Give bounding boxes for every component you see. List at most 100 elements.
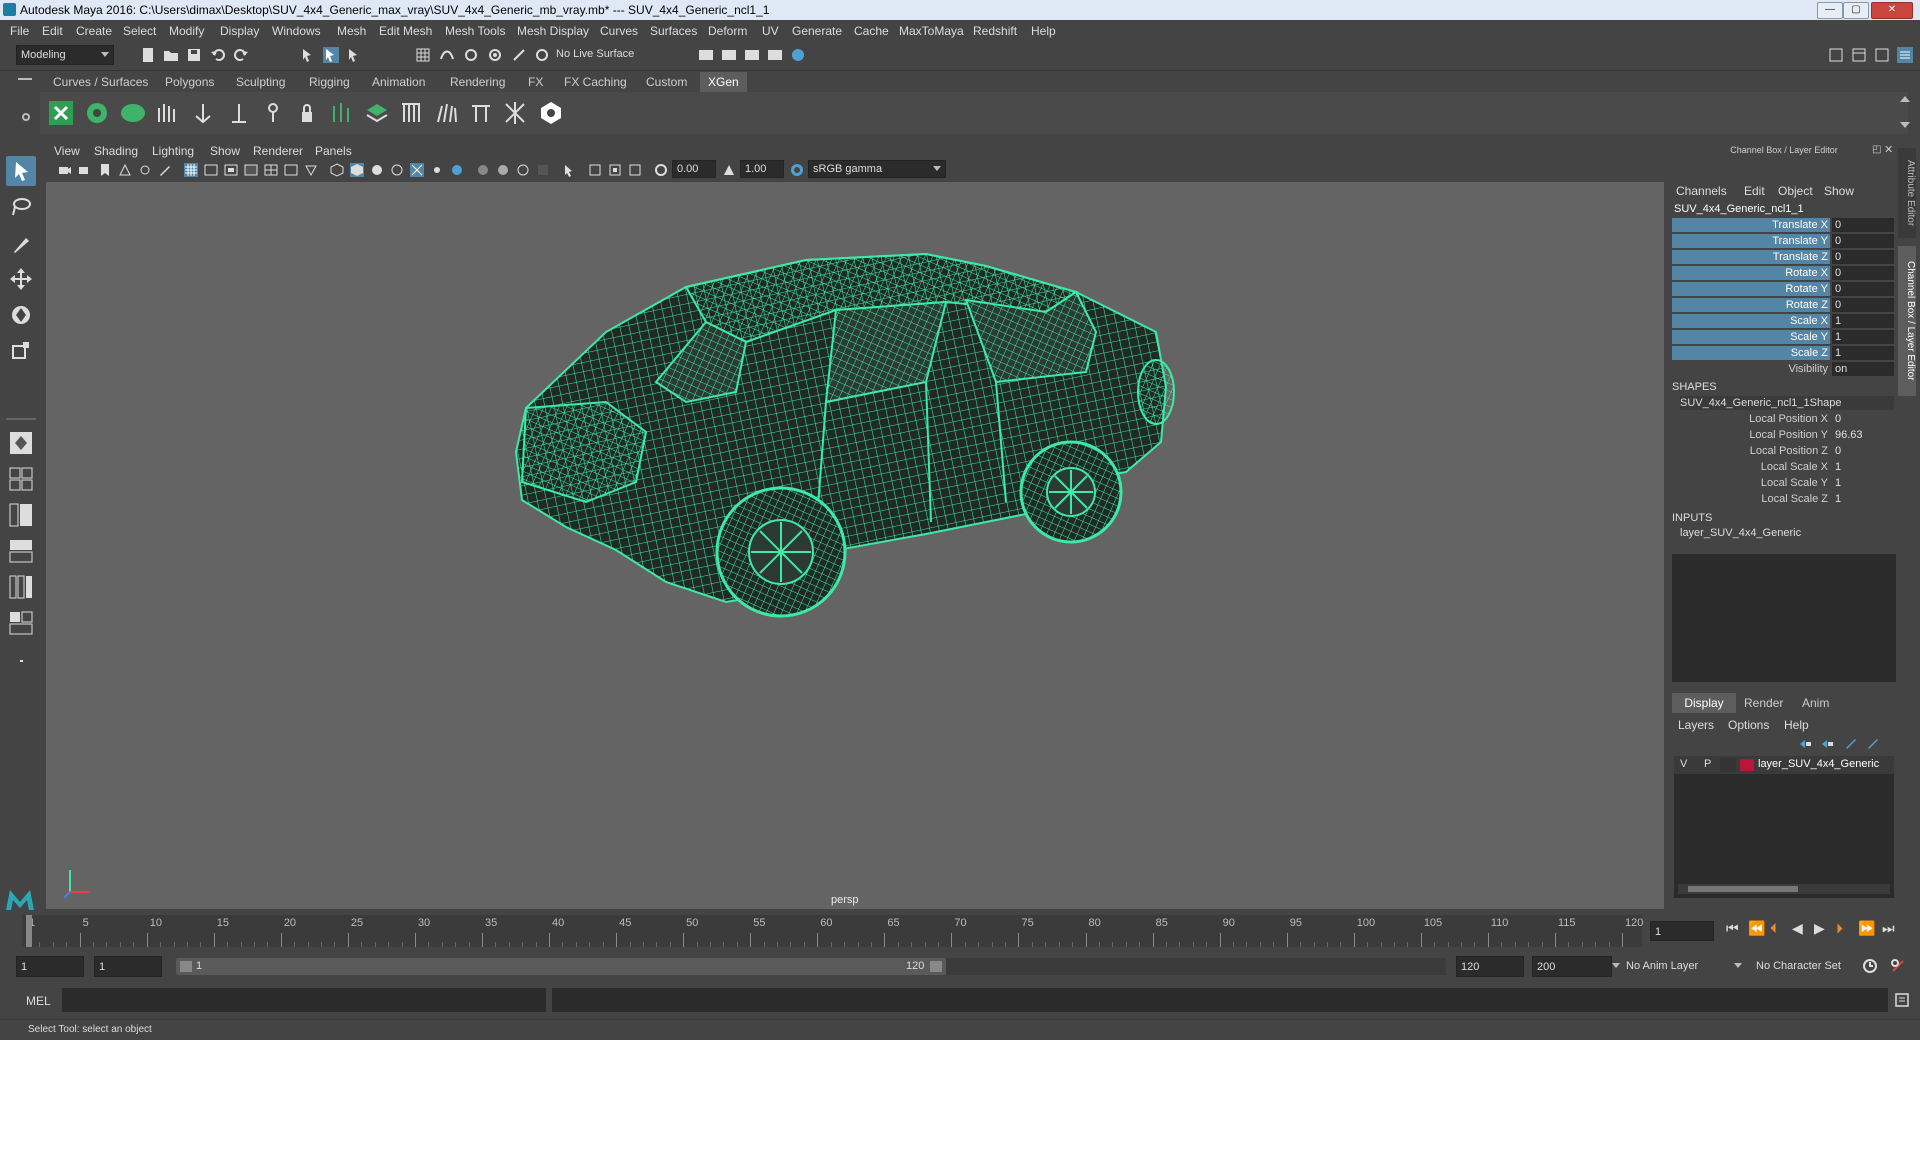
xgen-comb-icon[interactable] bbox=[398, 100, 424, 126]
command-language-label[interactable]: MEL bbox=[26, 994, 51, 1008]
gate-mask-icon[interactable] bbox=[244, 163, 258, 177]
auto-key-icon[interactable] bbox=[1862, 958, 1878, 974]
persp-outliner-button[interactable] bbox=[6, 500, 36, 530]
menu-curves[interactable]: Curves bbox=[600, 24, 638, 38]
channel-row[interactable]: Translate Z0 bbox=[1672, 250, 1894, 265]
menu-create[interactable]: Create bbox=[76, 24, 112, 38]
panel-menu-shading[interactable]: Shading bbox=[94, 144, 138, 158]
frame-selection-icon[interactable] bbox=[628, 163, 642, 177]
menu-mesh-tools[interactable]: Mesh Tools bbox=[445, 24, 505, 38]
menu-edit-mesh[interactable]: Edit Mesh bbox=[379, 24, 432, 38]
xgen-layers-icon[interactable] bbox=[364, 100, 390, 126]
xgen-sculpt-guides-icon[interactable] bbox=[260, 100, 286, 126]
layer-row[interactable]: V P layer_SUV_4x4_Generic bbox=[1674, 756, 1894, 774]
render-frame-icon[interactable] bbox=[721, 47, 737, 63]
step-forward-key-icon[interactable]: ⏵ bbox=[1836, 920, 1843, 937]
tab-render-layers[interactable]: Render bbox=[1744, 693, 1783, 713]
layer-playback-toggle[interactable]: P bbox=[1704, 758, 1711, 770]
close-button[interactable]: ✕ bbox=[1871, 2, 1913, 19]
suv-wireframe-model[interactable] bbox=[46, 182, 1664, 909]
layer-name[interactable]: layer_SUV_4x4_Generic bbox=[1758, 758, 1879, 770]
color-management-icon[interactable] bbox=[790, 163, 804, 177]
menu-file[interactable]: File bbox=[10, 24, 29, 38]
shelf-settings-icon[interactable] bbox=[22, 113, 30, 121]
render-settings-icon[interactable] bbox=[767, 47, 783, 63]
layer-menu-layers[interactable]: Layers bbox=[1678, 718, 1714, 732]
select-tool-button[interactable] bbox=[6, 156, 36, 186]
step-back-key-icon[interactable]: ⏴ bbox=[1770, 920, 1777, 937]
layout-expand-button[interactable] bbox=[6, 646, 36, 676]
chevron-down-icon[interactable] bbox=[1734, 963, 1742, 968]
panel-menu-show[interactable]: Show bbox=[210, 144, 240, 158]
screen-space-ao-icon[interactable] bbox=[476, 163, 490, 177]
xgen-ptex-icon[interactable] bbox=[120, 100, 146, 126]
image-plane-icon[interactable] bbox=[118, 163, 132, 177]
tab-display-layers[interactable]: Display bbox=[1672, 693, 1736, 713]
tab-polygons[interactable]: Polygons bbox=[165, 72, 214, 92]
resolution-gate-icon[interactable] bbox=[224, 163, 238, 177]
tab-fx-caching[interactable]: FX Caching bbox=[564, 72, 627, 92]
cb-menu-object[interactable]: Object bbox=[1778, 184, 1813, 198]
camera-icon[interactable] bbox=[58, 163, 72, 177]
select-by-component-icon[interactable] bbox=[346, 47, 362, 63]
go-to-start-icon[interactable]: ⏮ bbox=[1726, 920, 1739, 937]
channel-row[interactable]: Scale X1 bbox=[1672, 314, 1894, 329]
menu-modify[interactable]: Modify bbox=[169, 24, 204, 38]
xgen-noise-icon[interactable] bbox=[502, 100, 528, 126]
move-layer-up-icon[interactable] bbox=[1798, 737, 1812, 751]
shape-channel-row[interactable]: Local Position X0 bbox=[1672, 412, 1894, 427]
menu-select[interactable]: Select bbox=[123, 24, 156, 38]
select-by-hierarchy-icon[interactable] bbox=[300, 47, 316, 63]
depth-of-field-icon[interactable] bbox=[536, 163, 550, 177]
playback-end-field[interactable]: 120 bbox=[1456, 956, 1524, 977]
layer-color-swatch[interactable] bbox=[1740, 759, 1754, 771]
start-frame-field[interactable]: 1 bbox=[16, 956, 84, 977]
multisample-aa-icon[interactable] bbox=[516, 163, 530, 177]
scale-tool-button[interactable] bbox=[6, 336, 36, 366]
move-tool-button[interactable] bbox=[6, 264, 36, 294]
lasso-tool-button[interactable] bbox=[6, 192, 36, 222]
command-input[interactable] bbox=[62, 988, 546, 1012]
layer-type-toggle[interactable] bbox=[1720, 758, 1736, 772]
xgen-groom-icon[interactable] bbox=[434, 100, 460, 126]
xgen-rebuild-icon[interactable] bbox=[328, 100, 354, 126]
gamma-icon[interactable] bbox=[722, 163, 736, 177]
tab-rendering[interactable]: Rendering bbox=[450, 72, 505, 92]
grease-pencil-icon[interactable] bbox=[158, 163, 172, 177]
safe-action-icon[interactable] bbox=[284, 163, 298, 177]
tool-settings-toggle-icon[interactable] bbox=[1874, 47, 1890, 63]
snap-view-plane-icon[interactable] bbox=[487, 47, 503, 63]
persp-graph-button[interactable] bbox=[6, 536, 36, 566]
channel-row[interactable]: Scale Z1 bbox=[1672, 346, 1894, 361]
safe-title-icon[interactable] bbox=[304, 163, 318, 177]
2d-pan-zoom-icon[interactable] bbox=[138, 163, 152, 177]
menu-redshift[interactable]: Redshift bbox=[973, 24, 1017, 38]
select-by-object-icon[interactable] bbox=[323, 47, 339, 63]
range-slider-start-handle[interactable] bbox=[180, 961, 192, 972]
new-empty-layer-icon[interactable] bbox=[1844, 737, 1858, 751]
snap-together-icon[interactable] bbox=[534, 47, 550, 63]
step-back-frame-icon[interactable]: ⏪ bbox=[1748, 920, 1765, 937]
layer-scrollbar[interactable] bbox=[1678, 884, 1890, 894]
animation-preferences-icon[interactable] bbox=[1890, 958, 1906, 974]
attribute-editor-toggle-icon[interactable] bbox=[1851, 47, 1867, 63]
attribute-editor-side-tab[interactable]: Attribute Editor bbox=[1898, 148, 1916, 238]
open-scene-icon[interactable] bbox=[163, 47, 179, 63]
menu-surfaces[interactable]: Surfaces bbox=[650, 24, 697, 38]
close-panel-icon[interactable]: ✕ bbox=[1884, 143, 1893, 156]
exposure-icon[interactable] bbox=[654, 163, 668, 177]
default-material-icon[interactable] bbox=[370, 163, 384, 177]
channel-row[interactable]: Visibility on bbox=[1672, 362, 1894, 377]
color-space-dropdown[interactable]: sRGB gamma bbox=[808, 160, 946, 178]
grid-icon[interactable] bbox=[184, 163, 198, 177]
wireframe-icon[interactable] bbox=[330, 163, 344, 177]
new-layer-selected-icon[interactable] bbox=[1866, 737, 1880, 751]
menu-help[interactable]: Help bbox=[1031, 24, 1056, 38]
menu-edit[interactable]: Edit bbox=[42, 24, 63, 38]
layout-button-6[interactable] bbox=[6, 608, 36, 638]
panel-menu-lighting[interactable]: Lighting bbox=[152, 144, 194, 158]
end-frame-field[interactable]: 200 bbox=[1532, 956, 1612, 977]
tab-rigging[interactable]: Rigging bbox=[309, 72, 350, 92]
paint-select-tool-button[interactable] bbox=[6, 228, 36, 258]
use-all-lights-icon[interactable] bbox=[430, 163, 444, 177]
